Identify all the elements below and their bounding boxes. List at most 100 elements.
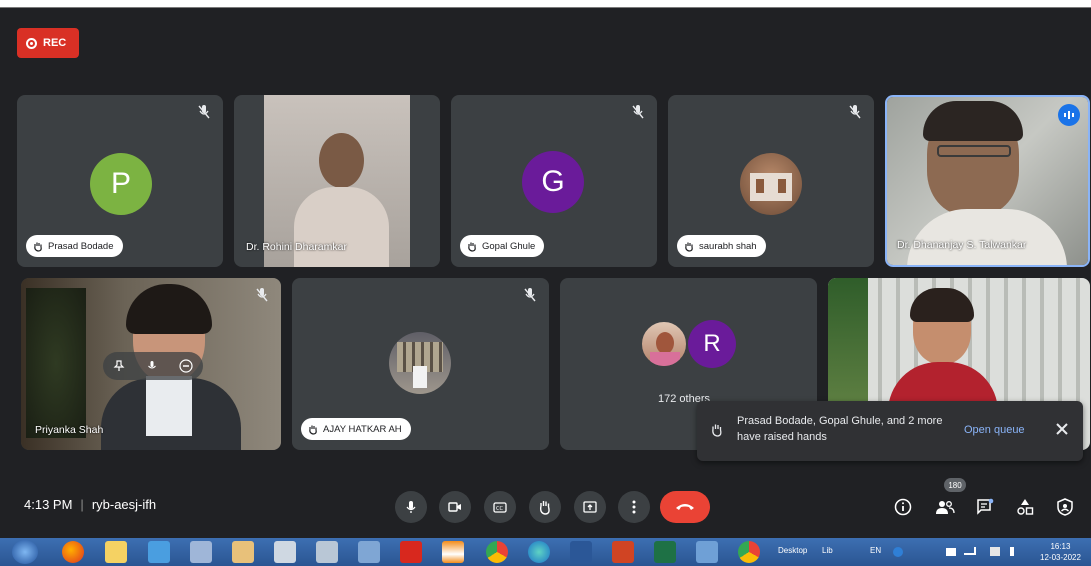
- tile-prasad-bodade[interactable]: P Prasad Bodade: [17, 95, 223, 267]
- desktop-toolbar-label[interactable]: Desktop: [778, 546, 807, 555]
- mic-off-icon: [632, 105, 644, 119]
- speaking-indicator-icon: [1058, 104, 1080, 126]
- participant-name-tag: saurabh shah: [677, 235, 766, 257]
- notes-icon[interactable]: [232, 541, 254, 563]
- tile-hover-controls: [103, 352, 203, 380]
- tile-priyanka-shah[interactable]: Priyanka Shah: [21, 278, 281, 450]
- svg-text:CC: CC: [496, 506, 503, 512]
- host-controls-icon: [1057, 498, 1073, 516]
- end-call-button[interactable]: [660, 491, 710, 523]
- help-icon[interactable]: [893, 547, 903, 557]
- participant-name: saurabh shah: [699, 240, 757, 252]
- firefox-icon[interactable]: [62, 541, 84, 563]
- camera-button[interactable]: [439, 491, 471, 523]
- raise-hand-icon: [539, 501, 550, 515]
- pin-icon[interactable]: [113, 360, 125, 372]
- flag-icon[interactable]: [946, 548, 956, 556]
- mic-off-icon: [524, 288, 536, 302]
- photos-icon[interactable]: [696, 541, 718, 563]
- participant-name: AJAY HATKAR AH: [323, 423, 402, 435]
- meeting-code: ryb-aesj-ifh: [91, 497, 157, 512]
- volume-icon[interactable]: [1010, 547, 1020, 556]
- present-button[interactable]: [574, 491, 606, 523]
- tile-gopal-ghule[interactable]: G Gopal Ghule: [451, 95, 657, 267]
- captions-icon: CC: [493, 501, 507, 513]
- record-icon: [26, 37, 37, 49]
- edge-icon[interactable]: [528, 541, 550, 563]
- tool-icon[interactable]: [274, 541, 296, 563]
- meeting-info: 4:13 PM | ryb-aesj-ifh: [24, 497, 156, 512]
- start-button-icon[interactable]: [12, 540, 38, 564]
- avatar-photo: [640, 320, 688, 368]
- raise-hand-icon: [685, 242, 693, 252]
- more-options-icon: [632, 500, 636, 514]
- host-controls-button[interactable]: [1052, 494, 1078, 520]
- mic-off-icon: [256, 288, 268, 302]
- participant-name: Dr. Rohini Dharamkar: [246, 241, 347, 253]
- raise-hand-icon: [34, 242, 42, 252]
- participant-name: Priyanka Shah: [35, 424, 104, 436]
- meeting-stage: REC P Prasad Bodade Dr. Rohini Dharamkar…: [0, 8, 1091, 538]
- mic-button[interactable]: [395, 491, 427, 523]
- activities-icon: [1017, 499, 1034, 515]
- recording-badge: REC: [17, 28, 79, 58]
- raise-hand-button[interactable]: [529, 491, 561, 523]
- remove-participant-icon[interactable]: [179, 359, 193, 373]
- raised-hands-notification: Prasad Bodade, Gopal Ghule, and 2 more h…: [697, 401, 1083, 461]
- clock-time: 16:13: [1050, 542, 1071, 551]
- pdf-reader-icon[interactable]: [400, 541, 422, 563]
- present-icon: [583, 501, 597, 513]
- document-icon[interactable]: [316, 541, 338, 563]
- meeting-controls-bar: 4:13 PM | ryb-aesj-ifh CC 180: [0, 478, 1091, 538]
- tile-rohini-dharamkar[interactable]: Dr. Rohini Dharamkar: [234, 95, 440, 267]
- chat-button[interactable]: [972, 494, 998, 520]
- lib-toolbar-label[interactable]: Lib: [822, 546, 833, 555]
- clock-date: 12-03-2022: [1040, 553, 1081, 562]
- participant-name: Gopal Ghule: [482, 240, 536, 252]
- system-clock[interactable]: 16:13 12-03-2022: [1040, 541, 1081, 563]
- participant-name-tag: AJAY HATKAR AH: [301, 418, 411, 440]
- participant-name-tag: Gopal Ghule: [460, 235, 545, 257]
- avatar-photo: [740, 153, 802, 215]
- avatar-photo: [389, 332, 451, 394]
- file-explorer-icon[interactable]: [105, 541, 127, 563]
- chrome-icon[interactable]: [486, 541, 508, 563]
- word-icon[interactable]: [570, 541, 592, 563]
- end-call-icon: [676, 504, 694, 510]
- open-queue-button[interactable]: Open queue: [964, 424, 1025, 436]
- participant-count-badge: 180: [944, 478, 966, 492]
- notification-message: Prasad Bodade, Gopal Ghule, and 2 more h…: [737, 415, 943, 443]
- network-status-icon[interactable]: [964, 547, 976, 555]
- tile-saurabh-shah[interactable]: saurabh shah: [668, 95, 874, 267]
- meeting-time: 4:13 PM: [24, 497, 73, 512]
- network-icon[interactable]: [358, 541, 380, 563]
- powerpoint-icon[interactable]: [612, 541, 634, 563]
- mute-participant-icon[interactable]: [146, 360, 158, 372]
- meeting-details-button[interactable]: [890, 494, 916, 520]
- app-icon[interactable]: [148, 541, 170, 563]
- tile-dhananjay-talwankar[interactable]: Dr. Dhananjay S. Talwankar: [885, 95, 1090, 267]
- participant-name: Dr. Dhananjay S. Talwankar: [897, 239, 1027, 251]
- avatar-initial: G: [522, 151, 584, 213]
- battery-icon[interactable]: [990, 547, 1000, 556]
- people-button[interactable]: [932, 494, 958, 520]
- raise-hand-icon: [712, 424, 722, 437]
- mic-off-icon: [198, 105, 210, 119]
- avatar-initial: P: [90, 153, 152, 215]
- camera-icon: [448, 502, 461, 512]
- browser-top-edge: [0, 0, 1091, 8]
- more-options-button[interactable]: [618, 491, 650, 523]
- people-icon: [936, 501, 955, 514]
- tile-ajay-hatkar[interactable]: AJAY HATKAR AH: [292, 278, 549, 450]
- chrome-active-icon[interactable]: [738, 541, 760, 563]
- activities-button[interactable]: [1012, 494, 1038, 520]
- close-icon[interactable]: [1052, 419, 1072, 439]
- os-taskbar: Desktop Lib EN 16:13 12-03-2022: [0, 538, 1091, 566]
- participant-name-tag: Prasad Bodade: [26, 235, 123, 257]
- excel-icon[interactable]: [654, 541, 676, 563]
- participant-name: Prasad Bodade: [48, 240, 114, 252]
- language-indicator[interactable]: EN: [870, 546, 881, 555]
- captions-button[interactable]: CC: [484, 491, 516, 523]
- r-app-icon[interactable]: [190, 541, 212, 563]
- vlc-icon[interactable]: [442, 541, 464, 563]
